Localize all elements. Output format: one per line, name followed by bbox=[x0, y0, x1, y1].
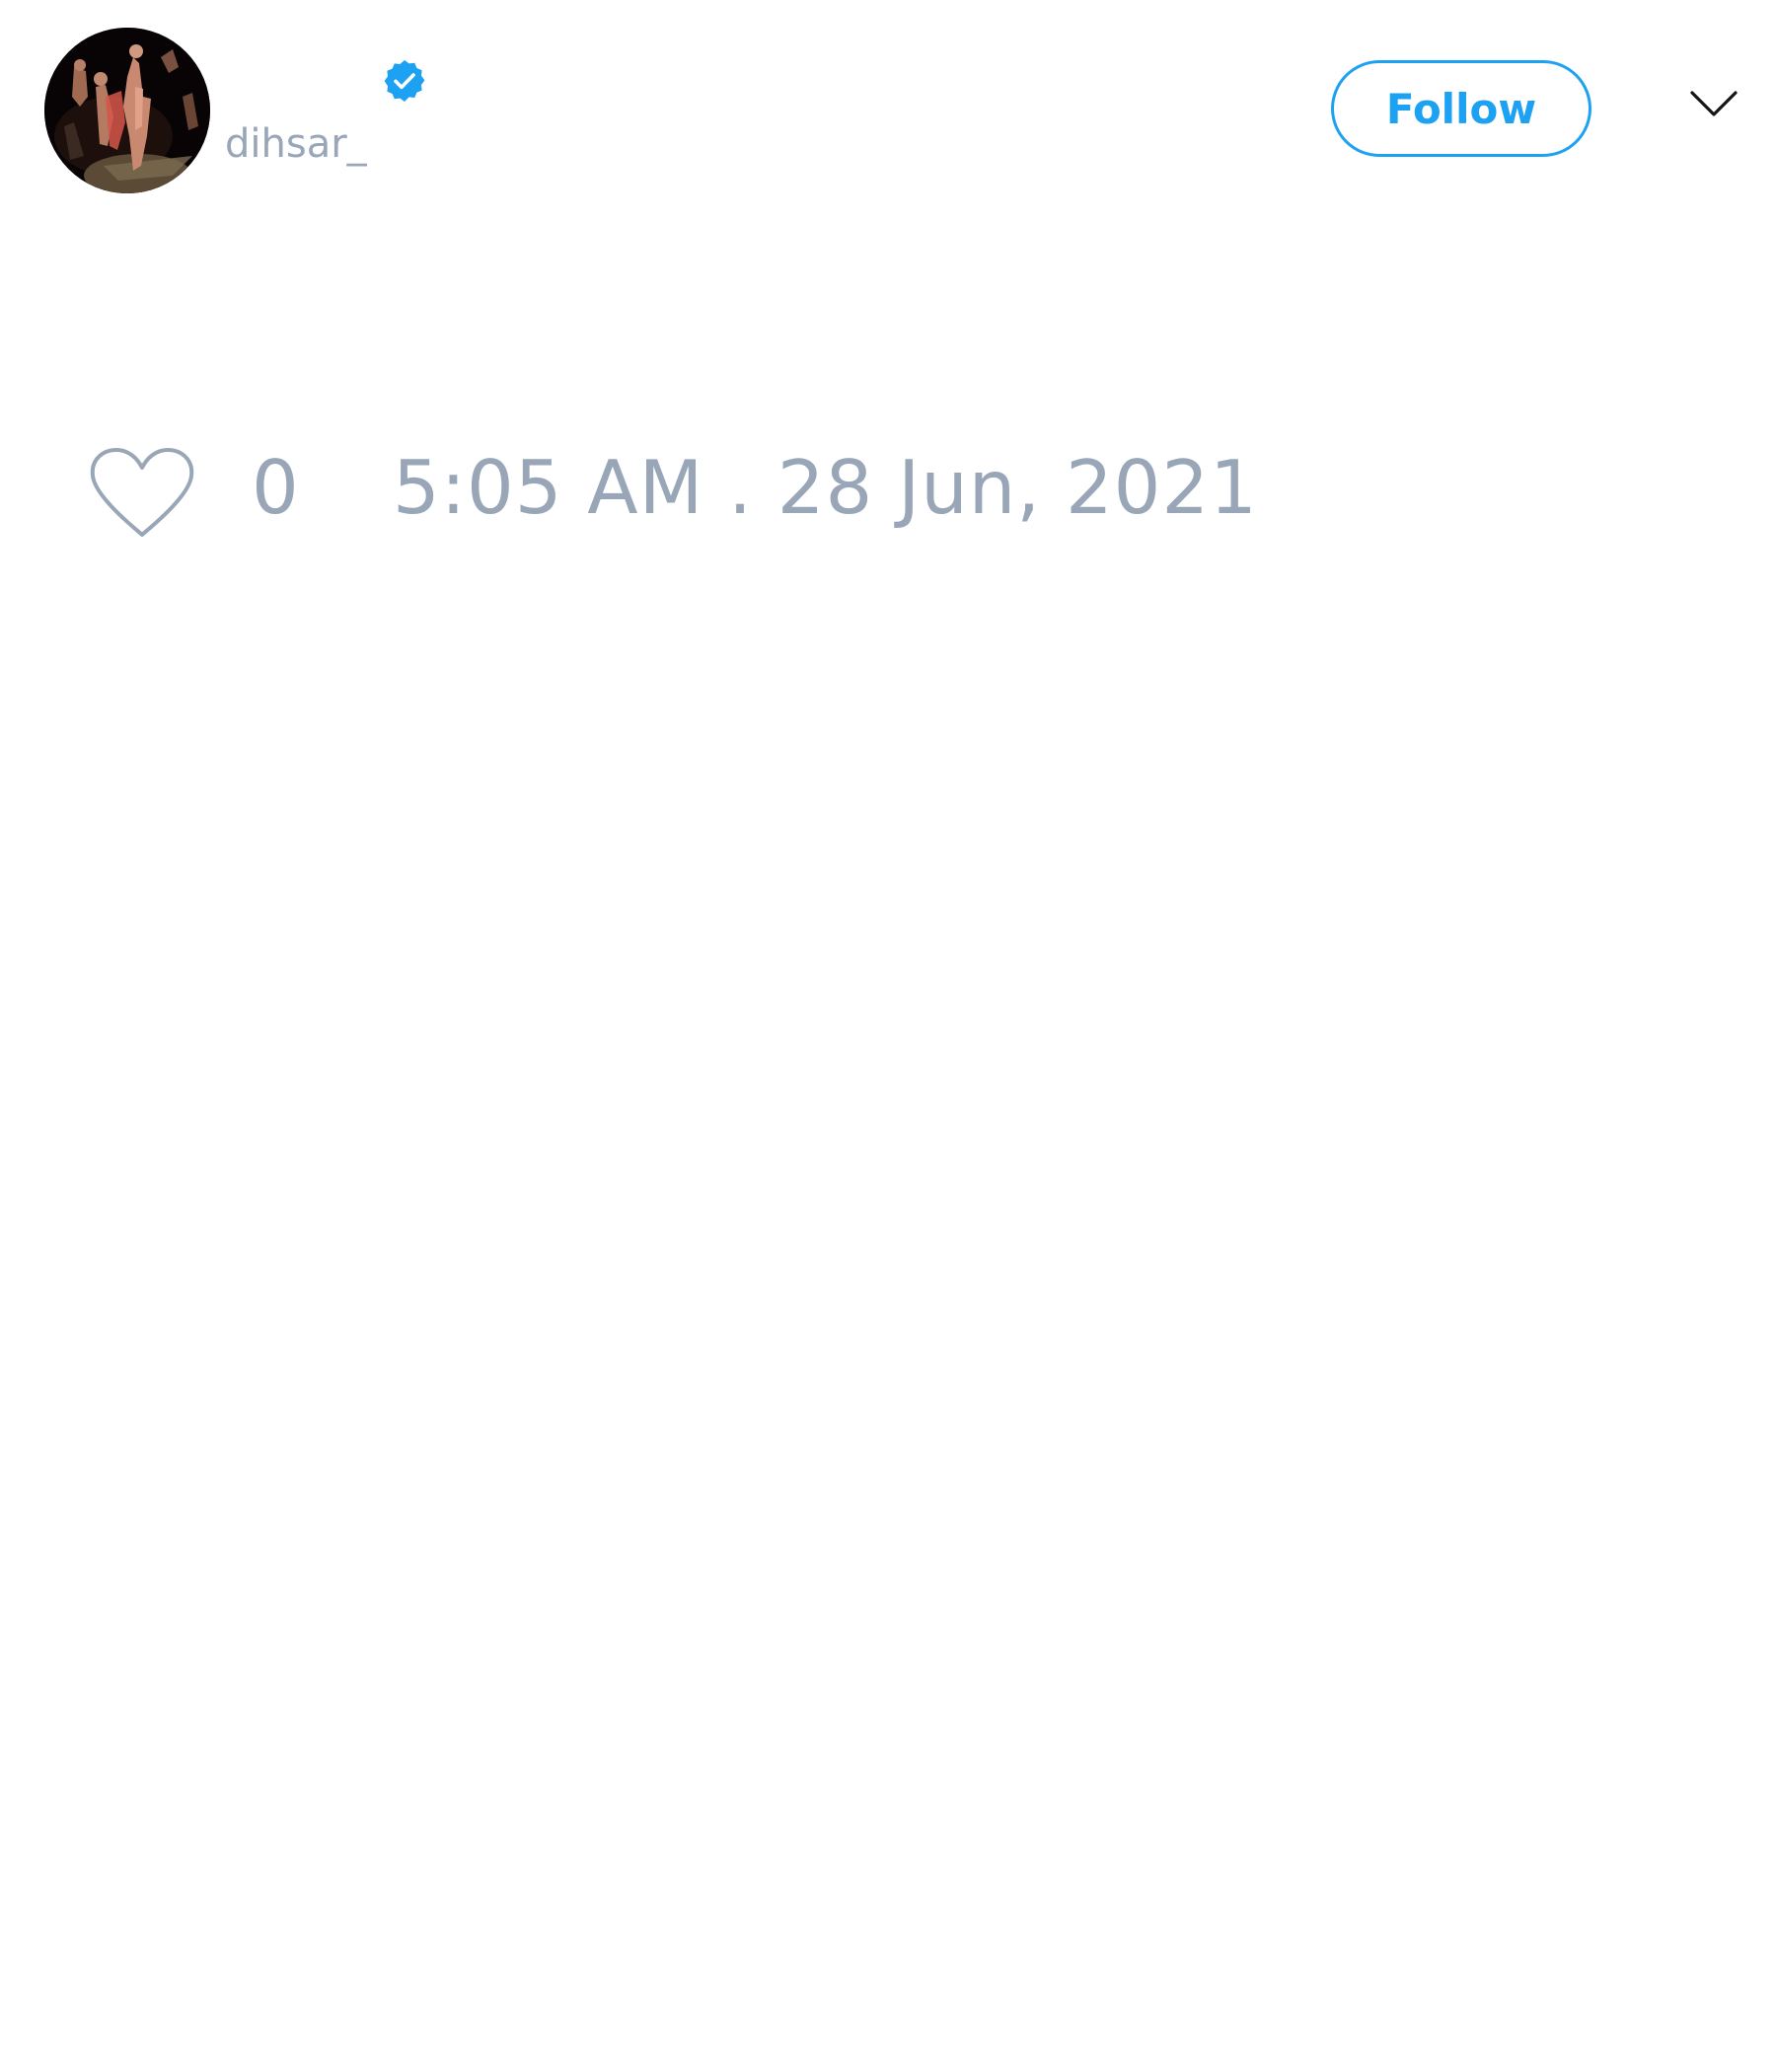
verified-badge-icon bbox=[381, 57, 428, 105]
tweet-embed: dihsar_ Follow 0 5:05 AM . 28 Jun, 2021 bbox=[0, 0, 1776, 2072]
heart-outline-icon[interactable] bbox=[89, 446, 195, 541]
user-handle[interactable]: dihsar_ bbox=[225, 124, 367, 164]
tweet-actions bbox=[89, 444, 195, 543]
avatar[interactable] bbox=[44, 28, 210, 193]
like-count: 0 bbox=[252, 444, 299, 531]
follow-button[interactable]: Follow bbox=[1331, 60, 1591, 157]
tweet-timestamp[interactable]: 5:05 AM . 28 Jun, 2021 bbox=[393, 451, 1258, 525]
avatar-image bbox=[44, 28, 210, 193]
chevron-down-icon[interactable] bbox=[1689, 89, 1739, 118]
